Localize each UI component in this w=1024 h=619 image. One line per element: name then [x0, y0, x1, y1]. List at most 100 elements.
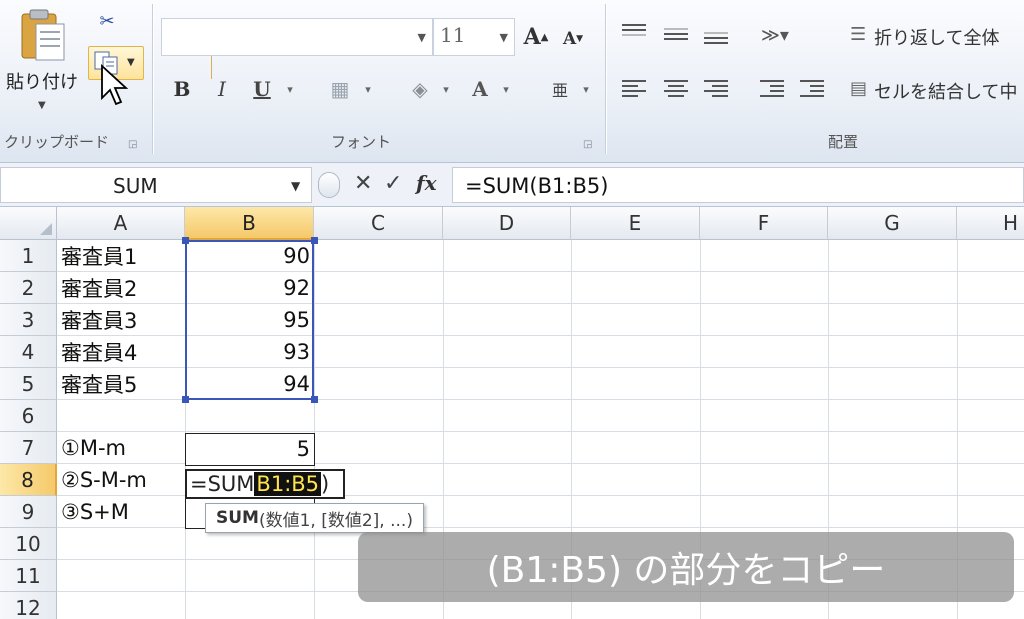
underline-button[interactable]: U [247, 74, 277, 104]
font-name-dropdown-icon[interactable]: ▼ [418, 31, 426, 44]
cell-a9[interactable]: ③S+M [57, 496, 185, 528]
fill-color-dropdown-icon[interactable]: ▾ [439, 80, 453, 98]
clipboard-group: 貼り付け ▼ ✂ ▼ クリップボード ◲ [0, 0, 212, 160]
phonetic-icon[interactable]: 亜 [545, 74, 575, 104]
font-name-select[interactable]: ▼ [161, 18, 433, 56]
grow-font-button[interactable]: A ▲ [521, 20, 551, 54]
paste-dropdown-icon[interactable]: ▼ [38, 100, 46, 111]
font-color-button[interactable]: A [465, 74, 495, 104]
bold-button[interactable]: B [167, 74, 197, 104]
row-header-8[interactable]: 8 [0, 464, 57, 496]
merge-center-button[interactable]: ▤ セルを結合して中 [850, 76, 1024, 104]
column-header-h[interactable]: H [957, 207, 1024, 240]
align-left-icon[interactable] [622, 80, 648, 102]
column-header-f[interactable]: F [700, 207, 828, 240]
borders-dropdown-icon[interactable]: ▾ [361, 80, 375, 98]
video-caption: (B1:B5) の部分をコピー [358, 532, 1014, 602]
edit-highlighted-range: B1:B5 [254, 472, 322, 496]
shrink-font-button[interactable]: A ▼ [558, 24, 588, 54]
column-header-g[interactable]: G [828, 207, 957, 240]
font-size-dropdown-icon[interactable]: ▼ [500, 31, 508, 44]
cell-a2[interactable]: 審査員2 [57, 272, 185, 304]
column-header-d[interactable]: D [443, 207, 571, 240]
cut-icon[interactable]: ✂ [94, 8, 120, 34]
paste-icon[interactable] [18, 8, 68, 63]
row-header-1[interactable]: 1 [0, 240, 57, 272]
align-bottom-icon[interactable] [704, 32, 730, 54]
clipboard-group-label: クリップボード [4, 133, 110, 151]
row-header-2[interactable]: 2 [0, 272, 57, 304]
grow-font-label: A [523, 24, 541, 50]
underline-dropdown-icon[interactable]: ▾ [283, 80, 297, 98]
wrap-text-button[interactable]: ☰ 折り返して全体 [850, 22, 1024, 50]
cell-b8-editor[interactable]: =SUM B1:B5) [185, 469, 345, 499]
ribbon: 貼り付け ▼ ✂ ▼ クリップボード ◲ ▼ 11 ▼ A ▲ A ▼ B I … [0, 0, 1024, 163]
font-group: ▼ 11 ▼ A ▲ A ▼ B I U ▾ ▦ ▾ ◈ ▾ A ▾ 亜 ▾ フォン… [153, 0, 605, 160]
function-tooltip: SUM (数値1, [数値2], ...) [205, 503, 424, 533]
font-size-value: 11 [440, 23, 466, 47]
borders-icon[interactable]: ▦ [325, 74, 355, 104]
column-header-c[interactable]: C [314, 207, 443, 240]
insert-function-icon[interactable]: fx [416, 171, 437, 195]
row-header-3[interactable]: 3 [0, 304, 57, 336]
paste-button[interactable]: 貼り付け [6, 68, 78, 94]
align-center-icon[interactable] [664, 80, 690, 102]
name-box[interactable]: SUM ▼ [0, 167, 312, 203]
fill-color-icon[interactable]: ◈ [405, 74, 435, 104]
row-header-12[interactable]: 12 [0, 592, 57, 619]
formula-input[interactable]: =SUM(B1:B5) [452, 167, 1024, 203]
shrink-font-label: A [562, 29, 577, 49]
row-header-9[interactable]: 9 [0, 496, 57, 528]
cell-a7[interactable]: ①M-m [57, 432, 185, 464]
row-header-4[interactable]: 4 [0, 336, 57, 368]
select-all-corner[interactable] [0, 207, 57, 240]
range-handle-bottom-left[interactable] [182, 396, 189, 403]
decrease-indent-icon[interactable] [760, 80, 786, 102]
row-header-7[interactable]: 7 [0, 432, 57, 464]
range-handle-bottom-right[interactable] [311, 396, 318, 403]
range-handle-top-left[interactable] [182, 237, 189, 244]
column-header-b[interactable]: B [185, 207, 314, 240]
formula-bar: SUM ▼ ✕ ✓ fx =SUM(B1:B5) [0, 163, 1024, 207]
align-right-icon[interactable] [704, 80, 730, 102]
cell-a3[interactable]: 審査員3 [57, 304, 185, 336]
align-top-icon[interactable] [622, 24, 648, 46]
copy-dropdown-arrow[interactable]: ▼ [127, 57, 135, 68]
range-selection-b1-b5 [185, 240, 314, 400]
column-header-e[interactable]: E [571, 207, 700, 240]
wrap-text-icon: ☰ [850, 24, 867, 45]
column-header-a[interactable]: A [57, 207, 185, 240]
tooltip-function-name[interactable]: SUM [216, 508, 259, 528]
range-handle-top-right[interactable] [311, 237, 318, 244]
edit-prefix: =SUM [190, 472, 255, 496]
spreadsheet-grid[interactable]: A B C D E F G H 1 2 3 4 5 6 7 8 9 10 11 … [0, 207, 1024, 619]
cell-b7[interactable]: 5 [185, 433, 314, 465]
row-header-10[interactable]: 10 [0, 528, 57, 560]
font-size-select[interactable]: 11 ▼ [433, 18, 515, 56]
font-launcher-icon[interactable]: ◲ [583, 139, 592, 150]
wrap-text-label: 折り返して全体 [874, 28, 1000, 49]
name-box-value: SUM [113, 174, 158, 198]
tooltip-args[interactable]: (数値1, [数値2], ...) [259, 506, 413, 531]
clipboard-launcher-icon[interactable]: ◲ [128, 139, 137, 150]
align-middle-icon[interactable] [664, 28, 690, 50]
phonetic-dropdown-icon[interactable]: ▾ [579, 80, 593, 98]
font-group-label: フォント [331, 133, 392, 151]
formula-text: =SUM(B1:B5) [465, 174, 609, 198]
italic-button[interactable]: I [207, 74, 237, 104]
font-color-dropdown-icon[interactable]: ▾ [499, 80, 513, 98]
row-header-5[interactable]: 5 [0, 368, 57, 400]
cell-a4[interactable]: 審査員4 [57, 336, 185, 368]
cell-a5[interactable]: 審査員5 [57, 368, 185, 400]
cell-a1[interactable]: 審査員1 [57, 240, 185, 272]
row-header-11[interactable]: 11 [0, 560, 57, 592]
enter-icon[interactable]: ✓ [384, 171, 402, 196]
orientation-icon[interactable]: ≫▾ [758, 22, 792, 48]
merge-center-icon: ▤ [850, 78, 868, 99]
row-header-6[interactable]: 6 [0, 400, 57, 432]
cell-a8[interactable]: ②S-M-m [57, 464, 185, 496]
name-box-dropdown-icon[interactable]: ▼ [291, 179, 300, 193]
cancel-icon[interactable]: ✕ [354, 171, 372, 196]
increase-indent-icon[interactable] [800, 80, 826, 102]
formula-bar-handle[interactable] [318, 172, 340, 198]
